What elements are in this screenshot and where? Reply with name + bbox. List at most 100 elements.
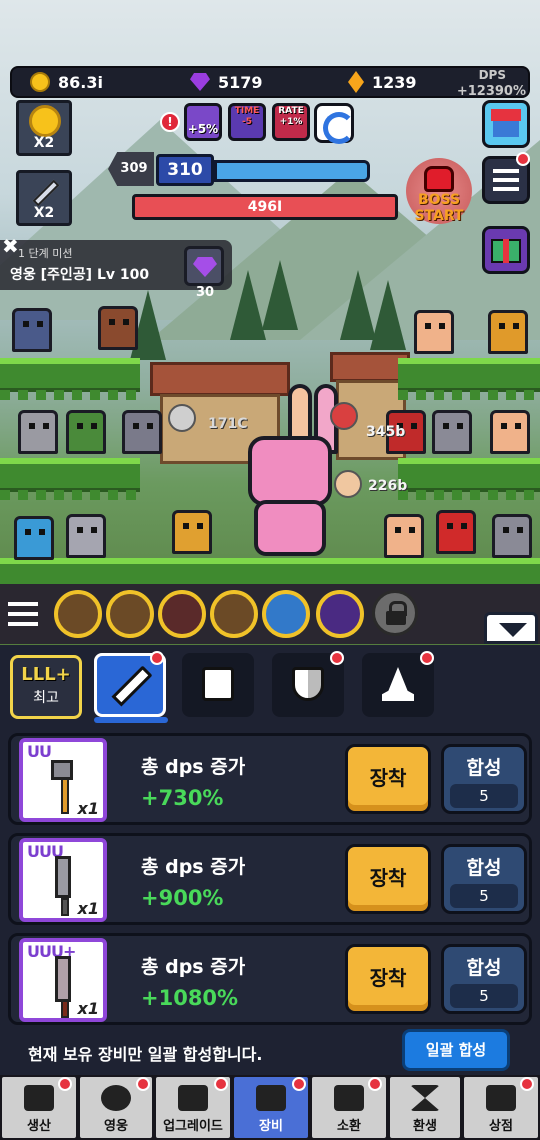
resource-bar: 86.3i 5179 1239 DPS	[10, 66, 530, 98]
cleaver-icon	[55, 956, 71, 1002]
merge-label: 합성	[466, 957, 502, 979]
skill-shadow-icon[interactable]	[316, 590, 364, 638]
item-stat-value: +730%	[141, 786, 224, 810]
attack-boost-label: X2	[33, 205, 55, 221]
merge-count: 5	[450, 884, 518, 908]
nav-label: 생산	[27, 1119, 51, 1134]
close-icon[interactable]: ✖	[2, 234, 19, 258]
hammer-shaft	[61, 778, 69, 814]
equipment-row: UUU x1 총 dps 증가 +900% 장착 합성 5	[8, 833, 532, 925]
equipment-row: UUU+ x1 총 dps 증가 +1080% 장착 합성 5	[8, 933, 532, 1025]
grade-filter-button[interactable]: LLL+ 최고	[10, 655, 82, 719]
sword-buff-icon[interactable]: +5%	[184, 103, 222, 141]
anvil-icon	[24, 1085, 54, 1111]
previous-stage[interactable]: 309	[108, 152, 154, 186]
notification-dot	[368, 1077, 382, 1091]
nav-label: 상점	[489, 1119, 513, 1134]
grass-ledge	[398, 458, 540, 500]
mission-panel[interactable]: ✖ 1 단계 미션 영웅 [주인공] Lv 100 30	[0, 234, 232, 300]
coin-boost-button[interactable]: X2	[16, 100, 72, 156]
alert-icon[interactable]: !	[160, 112, 180, 132]
hero-unit	[66, 410, 106, 454]
equip-button[interactable]: 장착	[345, 744, 431, 814]
item-qty: x1	[77, 899, 99, 918]
equip-button[interactable]: 장착	[345, 844, 431, 914]
mission-subtitle: 1 단계 미션	[18, 247, 73, 260]
coin-value: 86.3i	[58, 72, 103, 92]
tree	[262, 260, 298, 330]
item-tier: UU	[27, 742, 52, 761]
hamburger-icon[interactable]	[8, 602, 38, 626]
cleaver-handle	[61, 1000, 69, 1018]
skill-dash-icon[interactable]	[106, 590, 154, 638]
refresh-icon[interactable]	[314, 103, 355, 144]
hero-unit	[18, 410, 58, 454]
bottom-nav: 생산 영웅 업그레이드 장비 소환 환생 상점	[0, 1075, 540, 1140]
boss-start-label: BOSS START	[414, 192, 464, 224]
enemy-hp-bar: 496I	[132, 194, 398, 220]
hammer-icon	[51, 760, 73, 780]
buff-label: RATE +1%	[278, 106, 304, 127]
merge-button[interactable]: 합성 5	[441, 844, 527, 914]
hero-unit	[432, 410, 472, 454]
skill-strike-icon[interactable]	[262, 590, 310, 638]
nav-label: 환생	[413, 1119, 437, 1134]
notification-dot	[150, 651, 164, 665]
dps-value: +12390%	[456, 84, 526, 99]
item-stat-title: 총 dps 증가	[141, 856, 246, 878]
bulk-merge-description: 현재 보유 장비만 일괄 합성합니다.	[28, 1045, 263, 1064]
gem-icon	[190, 73, 210, 91]
damage-hero-icon	[168, 404, 196, 432]
grass-ledge	[0, 458, 140, 500]
hero-icon	[101, 1085, 131, 1111]
time-buff-icon[interactable]: TIME -5	[228, 103, 266, 141]
lock-icon[interactable]	[372, 590, 418, 636]
rate-buff-icon[interactable]: RATE +1%	[272, 103, 310, 141]
grass-ledge	[398, 358, 540, 400]
merge-count: 5	[450, 984, 518, 1008]
buff-label: +5%	[187, 122, 219, 136]
tree	[230, 270, 266, 340]
equipment-panel: LLL+ 최고 UU x1 총 dps 증가 +730% 장착 합성 5 UUU…	[0, 645, 540, 1075]
equipment-item-card[interactable]: UUU x1	[19, 838, 107, 922]
tab-armor[interactable]	[182, 653, 254, 717]
devil-skull-icon	[424, 166, 454, 192]
hero-unit	[66, 514, 106, 558]
gift-icon[interactable]	[482, 226, 530, 274]
merge-button[interactable]: 합성 5	[441, 944, 527, 1014]
boss-monster[interactable]	[236, 384, 344, 556]
notification-dot	[420, 651, 434, 665]
collapse-chevron-icon[interactable]	[484, 612, 538, 644]
merge-button[interactable]: 합성 5	[441, 744, 527, 814]
hero-unit	[14, 516, 54, 560]
boss-start-button[interactable]: BOSS START	[406, 158, 472, 224]
merge-label: 합성	[466, 757, 502, 779]
item-qty: x1	[77, 999, 99, 1018]
armor-icon	[202, 667, 234, 701]
merge-count: 5	[450, 784, 518, 808]
tree	[370, 280, 406, 350]
attack-boost-button[interactable]: X2	[16, 170, 72, 226]
bunny-head	[248, 436, 332, 506]
skill-fist-icon[interactable]	[54, 590, 102, 638]
diamond-icon	[348, 71, 364, 93]
equipment-item-card[interactable]: UU x1	[19, 738, 107, 822]
shop-icon[interactable]	[482, 100, 530, 148]
bunny-body	[254, 500, 326, 556]
nav-rebirth[interactable]: 환생	[388, 1075, 462, 1140]
skill-bar	[0, 584, 540, 644]
coin-boost-label: X2	[33, 135, 55, 151]
equip-button[interactable]: 장착	[345, 944, 431, 1014]
notification-dot	[214, 1077, 228, 1091]
sword-icon	[111, 665, 153, 707]
bulk-merge-button[interactable]: 일괄 합성	[402, 1029, 510, 1071]
skill-axe-icon[interactable]	[158, 590, 206, 638]
sword-icon	[32, 179, 60, 207]
skill-power-icon[interactable]	[210, 590, 258, 638]
damage-number: 345b	[366, 424, 406, 440]
equipment-item-card[interactable]: UUU+ x1	[19, 938, 107, 1022]
notification-dot	[58, 1077, 72, 1091]
hero-unit	[436, 510, 476, 554]
nav-label: 소환	[337, 1119, 361, 1134]
blade-icon	[55, 856, 71, 898]
